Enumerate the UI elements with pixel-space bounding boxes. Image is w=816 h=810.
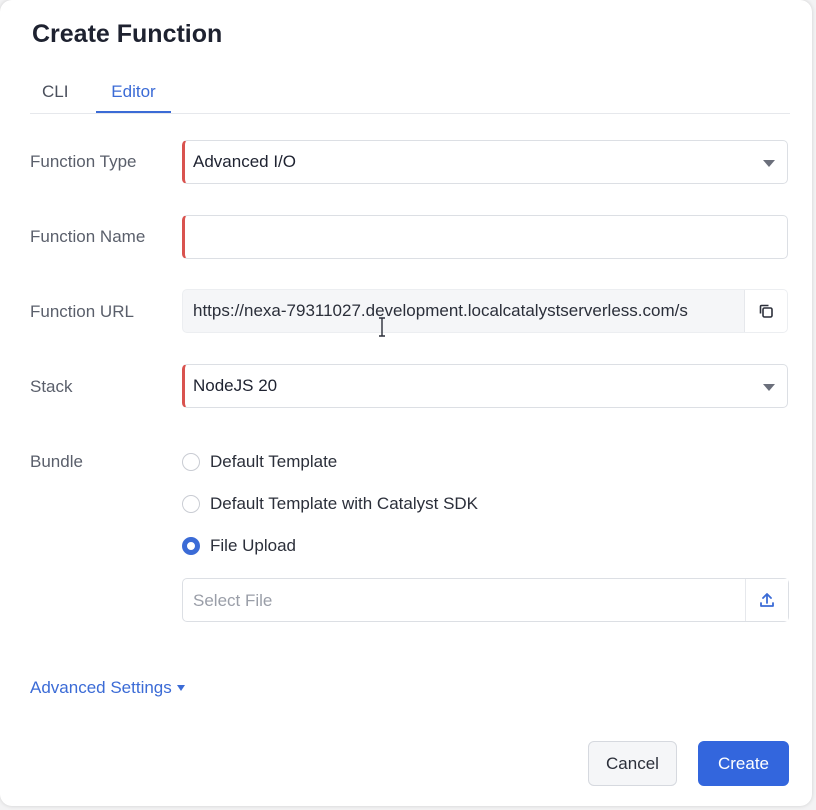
function-type-value: Advanced I/O xyxy=(193,152,297,171)
stack-label: Stack xyxy=(30,377,73,396)
upload-icon xyxy=(760,593,774,607)
upload-button[interactable] xyxy=(745,579,788,621)
radio-label: File Upload xyxy=(210,536,296,555)
radio-label: Default Template with Catalyst SDK xyxy=(210,494,479,513)
radio-label: Default Template xyxy=(210,452,338,471)
text-cursor-icon xyxy=(379,317,385,337)
function-url-label: Function URL xyxy=(30,302,134,321)
copy-icon xyxy=(759,304,773,318)
caret-down-icon xyxy=(176,685,185,691)
bundle-option-file-upload[interactable]: File Upload xyxy=(182,534,296,558)
radio-catalyst-sdk[interactable] xyxy=(182,495,200,513)
radio-default-template[interactable] xyxy=(182,453,200,471)
tab-bar: CLI Editor xyxy=(30,80,790,114)
stack-select[interactable]: NodeJS 20 xyxy=(182,364,788,408)
cancel-button[interactable]: Cancel xyxy=(588,741,677,786)
stack-value: NodeJS 20 xyxy=(193,376,278,395)
dialog-title: Create Function xyxy=(32,20,223,48)
function-type-label: Function Type xyxy=(30,152,137,171)
radio-file-upload[interactable] xyxy=(182,537,200,555)
function-type-select[interactable]: Advanced I/O xyxy=(182,140,788,184)
advanced-settings-toggle[interactable]: Advanced Settings xyxy=(30,678,185,698)
create-button[interactable]: Create xyxy=(698,741,789,786)
caret-down-icon xyxy=(763,384,775,391)
function-url-field[interactable]: https://nexa-79311027.development.localc… xyxy=(182,289,788,333)
function-name-input[interactable] xyxy=(182,215,788,259)
select-file-input[interactable]: Select File xyxy=(182,578,789,622)
tab-editor[interactable]: Editor xyxy=(96,80,171,113)
select-file-placeholder: Select File xyxy=(193,591,273,610)
create-function-dialog: Create Function CLI Editor Function Type… xyxy=(0,0,812,806)
advanced-settings-label: Advanced Settings xyxy=(30,678,172,697)
bundle-option-default-template[interactable]: Default Template xyxy=(182,450,337,474)
function-name-label: Function Name xyxy=(30,227,146,246)
caret-down-icon xyxy=(763,160,775,167)
function-url-value: https://nexa-79311027.development.localc… xyxy=(193,301,688,320)
bundle-label: Bundle xyxy=(30,452,83,471)
bundle-option-catalyst-sdk[interactable]: Default Template with Catalyst SDK xyxy=(182,492,478,516)
copy-url-button[interactable] xyxy=(744,290,787,332)
tab-cli[interactable]: CLI xyxy=(42,80,68,111)
